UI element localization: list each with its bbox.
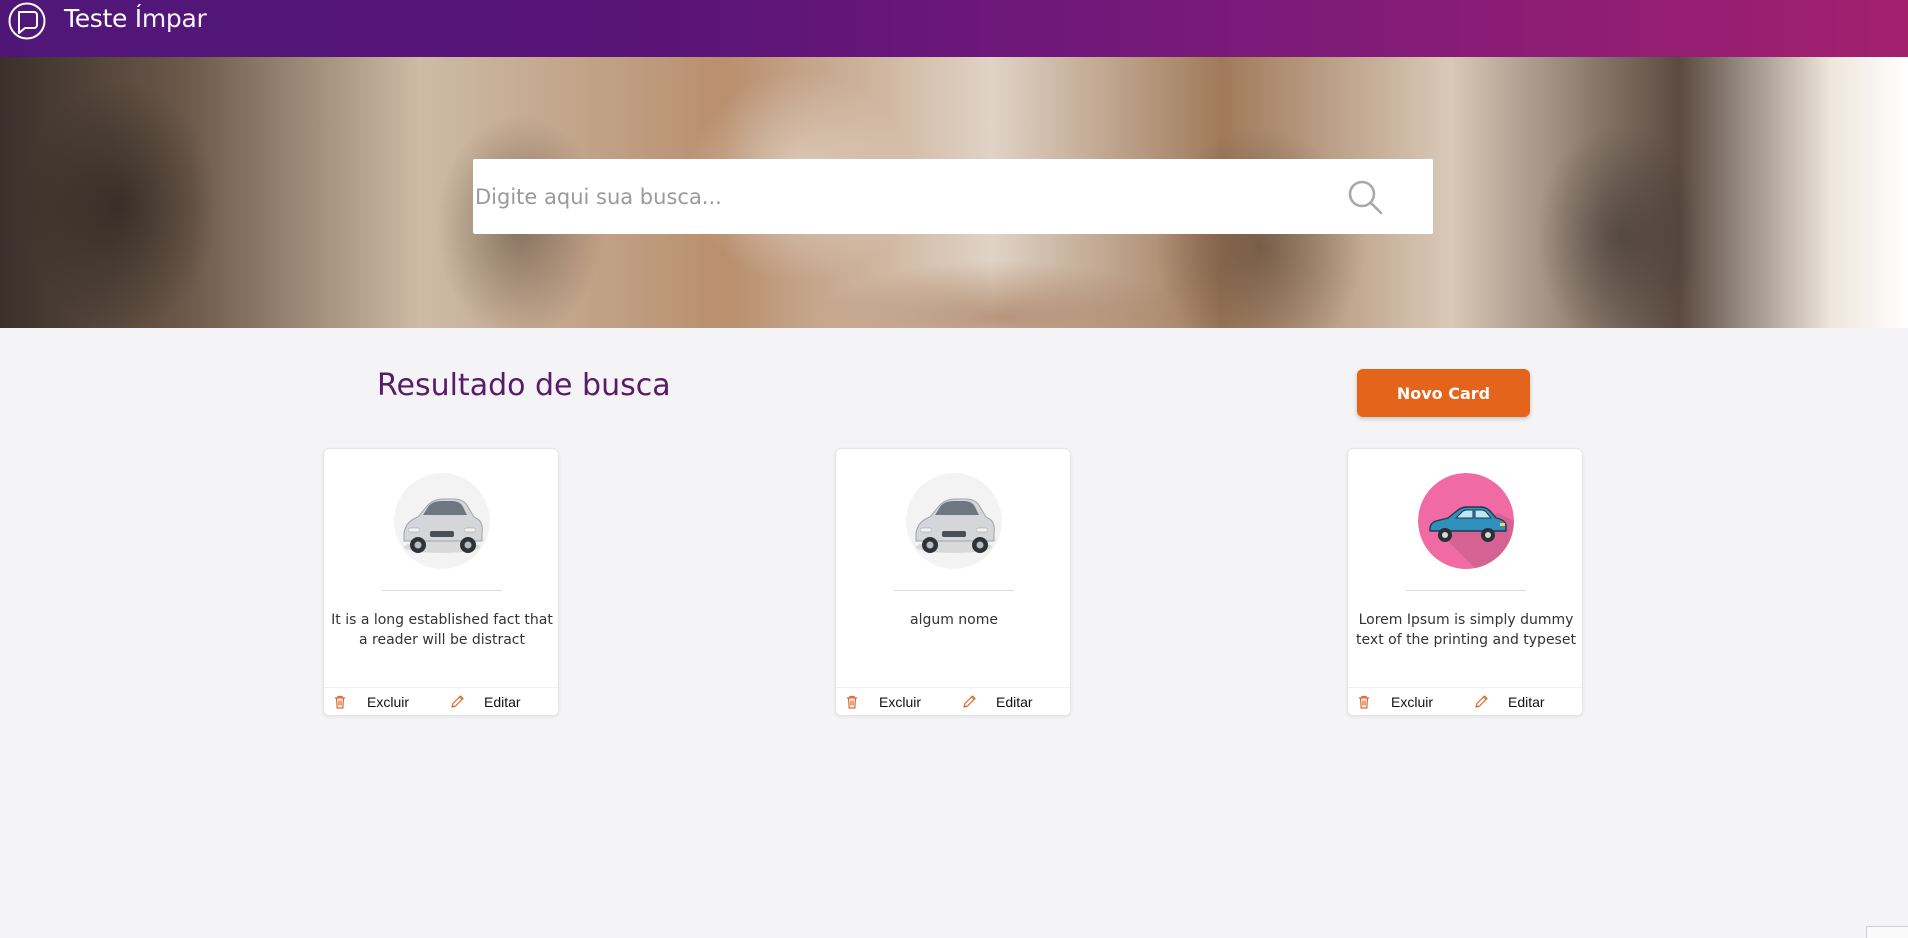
result-card: It is a long established fact that a rea… bbox=[323, 448, 559, 716]
results-title: Resultado de busca bbox=[377, 368, 671, 403]
delete-label: Excluir bbox=[367, 694, 410, 710]
trash-icon bbox=[1356, 694, 1372, 710]
app-title: Teste Ímpar bbox=[64, 4, 207, 33]
silver-car-image bbox=[394, 473, 490, 569]
card-divider bbox=[1406, 590, 1526, 591]
search-icon bbox=[1348, 180, 1383, 215]
edit-button[interactable]: Editar bbox=[1465, 688, 1582, 716]
delete-label: Excluir bbox=[879, 694, 922, 710]
search-input[interactable] bbox=[473, 166, 1313, 227]
edit-label: Editar bbox=[1508, 694, 1545, 710]
delete-button[interactable]: Excluir bbox=[1348, 688, 1465, 716]
delete-label: Excluir bbox=[1391, 694, 1434, 710]
app-title-thin: Ímpar bbox=[134, 4, 207, 33]
pencil-icon bbox=[1473, 694, 1489, 710]
delete-button[interactable]: Excluir bbox=[836, 688, 953, 716]
hero-banner bbox=[0, 57, 1908, 328]
card-actions: Excluir Editar bbox=[1348, 687, 1582, 715]
speech-bubble-logo-icon[interactable] bbox=[8, 2, 46, 40]
pencil-icon bbox=[961, 694, 977, 710]
new-card-button[interactable]: Novo Card bbox=[1357, 369, 1530, 417]
search-box bbox=[473, 159, 1433, 234]
delete-button[interactable]: Excluir bbox=[324, 688, 441, 716]
edit-label: Editar bbox=[484, 694, 521, 710]
card-divider bbox=[894, 590, 1014, 591]
edit-button[interactable]: Editar bbox=[441, 688, 558, 716]
card-actions: Excluir Editar bbox=[836, 687, 1070, 715]
edit-label: Editar bbox=[996, 694, 1033, 710]
trash-icon bbox=[332, 694, 348, 710]
pencil-icon bbox=[449, 694, 465, 710]
app-title-bold: Teste bbox=[64, 4, 128, 33]
blue-car-pink-circle-image bbox=[1418, 473, 1514, 569]
result-card: algum nome Excluir Editar bbox=[835, 448, 1071, 716]
silver-car-image bbox=[906, 473, 1002, 569]
trash-icon bbox=[844, 694, 860, 710]
edit-button[interactable]: Editar bbox=[953, 688, 1070, 716]
result-card: Lorem Ipsum is simply dummy text of the … bbox=[1347, 448, 1583, 716]
card-description: It is a long established fact that a rea… bbox=[331, 612, 553, 648]
top-bar: Teste Ímpar bbox=[0, 0, 1908, 57]
card-divider bbox=[382, 590, 502, 591]
card-actions: Excluir Editar bbox=[324, 687, 558, 715]
search-button[interactable] bbox=[1341, 173, 1389, 221]
corner-widget bbox=[1866, 926, 1908, 938]
card-description: Lorem Ipsum is simply dummy text of the … bbox=[1356, 612, 1576, 648]
card-description: algum nome bbox=[909, 612, 998, 628]
